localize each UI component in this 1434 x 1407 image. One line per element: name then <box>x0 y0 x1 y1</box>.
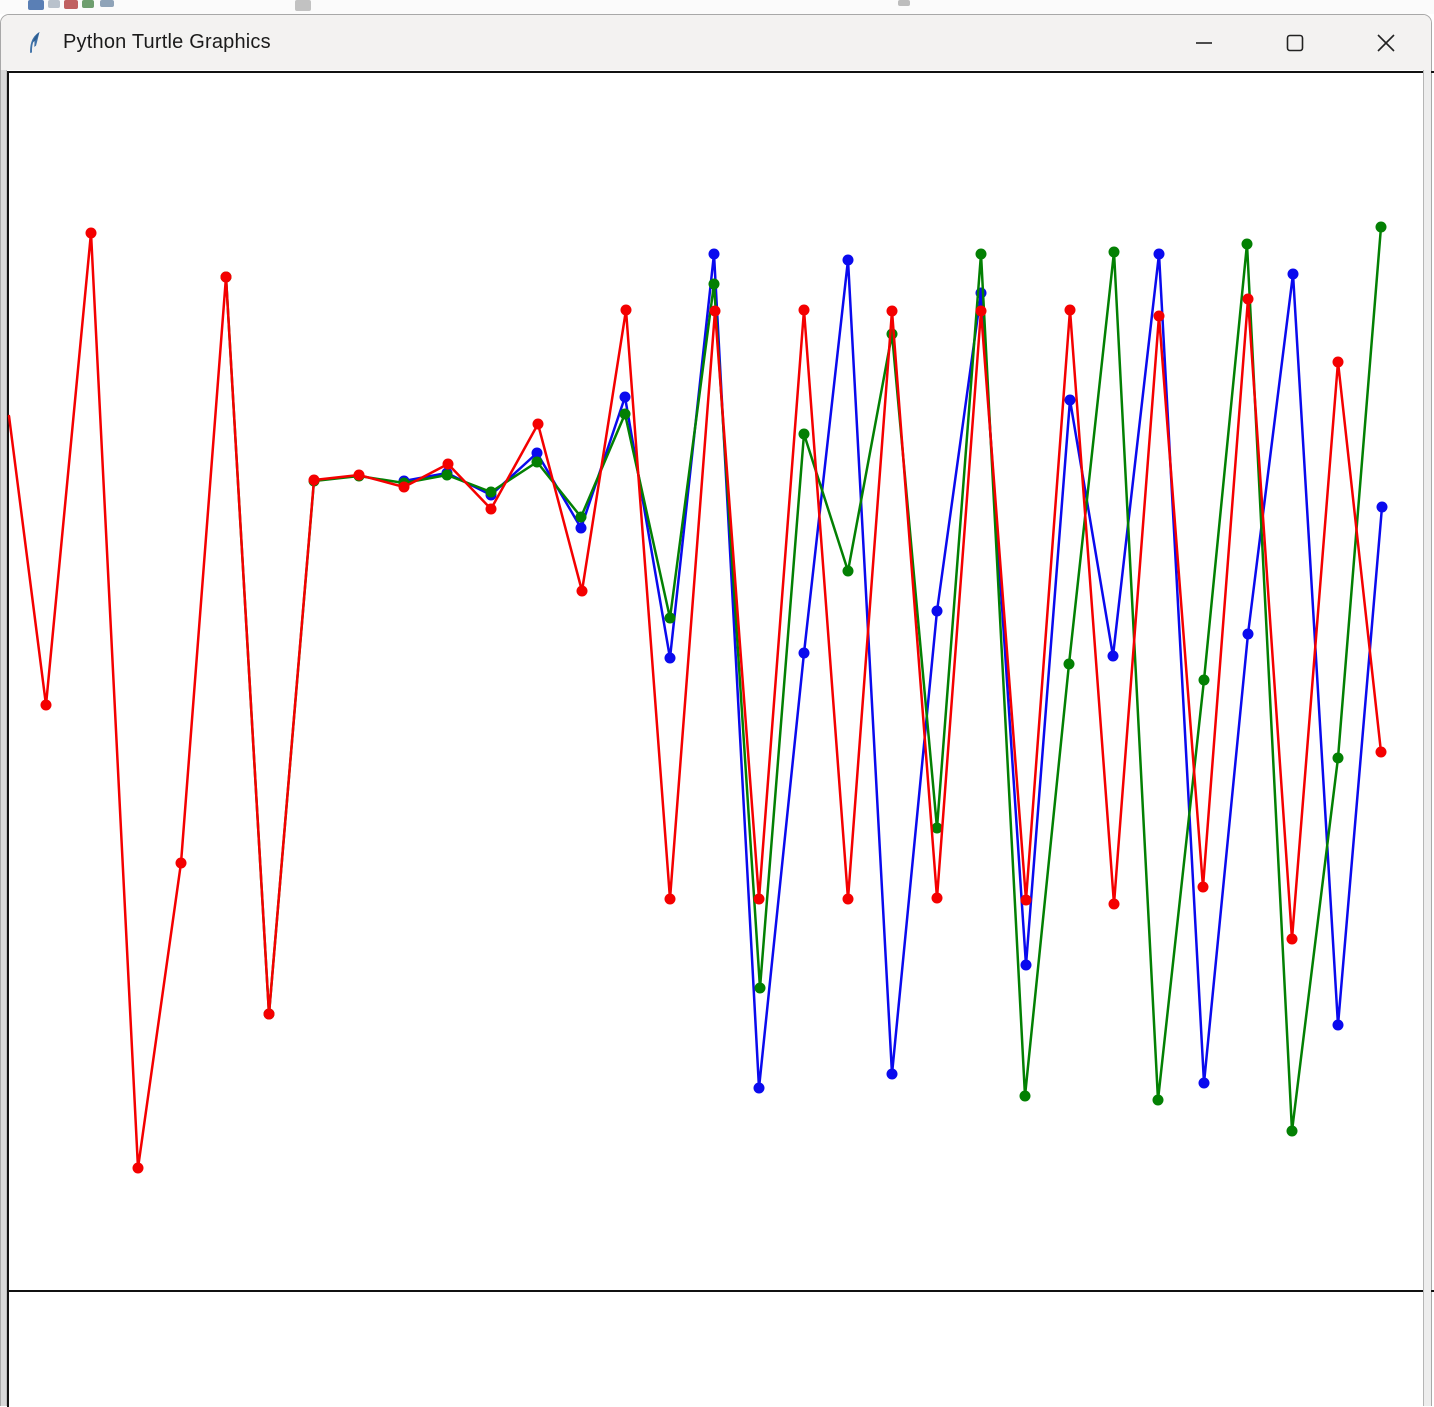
green-data-point <box>1241 238 1253 250</box>
red-data-point <box>1332 356 1344 368</box>
red-data-point <box>1375 746 1387 758</box>
green-data-point <box>754 982 766 994</box>
green-data-point <box>1332 752 1344 764</box>
turtle-graphics-window: Python Turtle Graphics <box>0 14 1434 1407</box>
green-data-point <box>1375 221 1387 233</box>
red-data-point <box>1064 304 1076 316</box>
canvas-right-border <box>1423 70 1431 1406</box>
blue-data-point <box>1198 1077 1210 1089</box>
red-data-point <box>398 481 410 493</box>
blue-data-point <box>1332 1019 1344 1031</box>
background-fragment <box>28 0 44 10</box>
green-data-point <box>842 565 854 577</box>
blue-data-point <box>1153 248 1165 260</box>
green-data-point <box>1198 674 1210 686</box>
green-data-point <box>1108 246 1120 258</box>
background-window-sliver <box>0 0 1434 14</box>
green-data-point <box>975 248 987 260</box>
red-series-line <box>7 231 1383 1170</box>
close-button[interactable] <box>1340 15 1431 70</box>
window-controls <box>1158 15 1431 70</box>
red-data-point <box>1153 310 1165 322</box>
maximize-button[interactable] <box>1249 15 1340 70</box>
blue-data-point <box>1064 394 1076 406</box>
red-data-point <box>1197 881 1209 893</box>
window-title: Python Turtle Graphics <box>63 31 271 53</box>
titlebar: Python Turtle Graphics <box>1 15 1431 70</box>
red-data-point <box>353 469 365 481</box>
minimize-button[interactable] <box>1158 15 1249 70</box>
blue-data-point <box>664 652 676 664</box>
blue-data-point <box>619 391 631 403</box>
green-data-point <box>485 486 497 498</box>
canvas-left-border <box>1 70 7 1406</box>
blue-data-point <box>1287 268 1299 280</box>
blue-data-point <box>1020 959 1032 971</box>
red-data-point <box>1020 894 1032 906</box>
red-data-point <box>931 892 943 904</box>
green-data-point <box>575 511 587 523</box>
blue-data-point <box>753 1082 765 1094</box>
background-fragment <box>48 0 60 8</box>
green-data-point <box>619 408 631 420</box>
red-data-point <box>442 458 454 470</box>
green-data-point <box>798 428 810 440</box>
red-data-point <box>664 893 676 905</box>
minimize-icon <box>1195 41 1212 44</box>
red-data-point <box>532 418 544 430</box>
red-data-point <box>798 304 810 316</box>
blue-data-point <box>931 605 943 617</box>
green-data-point <box>1152 1094 1164 1106</box>
green-data-point <box>708 278 720 290</box>
green-data-point <box>1286 1125 1298 1137</box>
red-data-point <box>263 1008 275 1020</box>
red-data-point <box>1286 933 1298 945</box>
green-data-point <box>1019 1090 1031 1102</box>
blue-data-point <box>708 248 720 260</box>
close-icon <box>1376 33 1395 52</box>
red-data-point <box>975 305 987 317</box>
red-data-point <box>485 503 497 515</box>
red-data-point <box>40 699 52 711</box>
background-fragment <box>64 0 78 9</box>
green-data-point <box>441 469 453 481</box>
blue-data-point <box>1242 628 1254 640</box>
red-data-point <box>620 304 632 316</box>
green-data-point <box>664 612 676 624</box>
python-feather-icon <box>23 30 49 56</box>
red-data-point <box>308 474 320 486</box>
blue-data-point <box>886 1068 898 1080</box>
blue-data-point <box>1107 650 1119 662</box>
green-data-point <box>1063 658 1075 670</box>
background-fragment <box>898 0 910 6</box>
background-fragment <box>100 0 114 7</box>
red-data-point <box>85 227 97 239</box>
blue-data-point <box>842 254 854 266</box>
blue-series-line <box>402 252 1384 1090</box>
red-data-point <box>886 305 898 317</box>
green-data-point <box>886 328 898 340</box>
blue-data-point <box>575 522 587 534</box>
red-data-point <box>709 305 721 317</box>
red-data-point <box>1108 898 1120 910</box>
red-data-point <box>576 585 588 597</box>
background-fragment <box>295 0 311 11</box>
red-data-point <box>132 1162 144 1174</box>
background-fragment <box>82 0 94 8</box>
red-data-point <box>1242 293 1254 305</box>
blue-data-point <box>1376 501 1388 513</box>
red-data-point <box>753 893 765 905</box>
turtle-canvas <box>1 70 1434 1407</box>
red-data-point <box>220 271 232 283</box>
maximize-icon <box>1286 34 1303 51</box>
red-data-point <box>842 893 854 905</box>
red-data-point <box>175 857 187 869</box>
green-data-point <box>531 456 543 468</box>
blue-data-point <box>798 647 810 659</box>
turtle-plot <box>1 71 1434 1407</box>
